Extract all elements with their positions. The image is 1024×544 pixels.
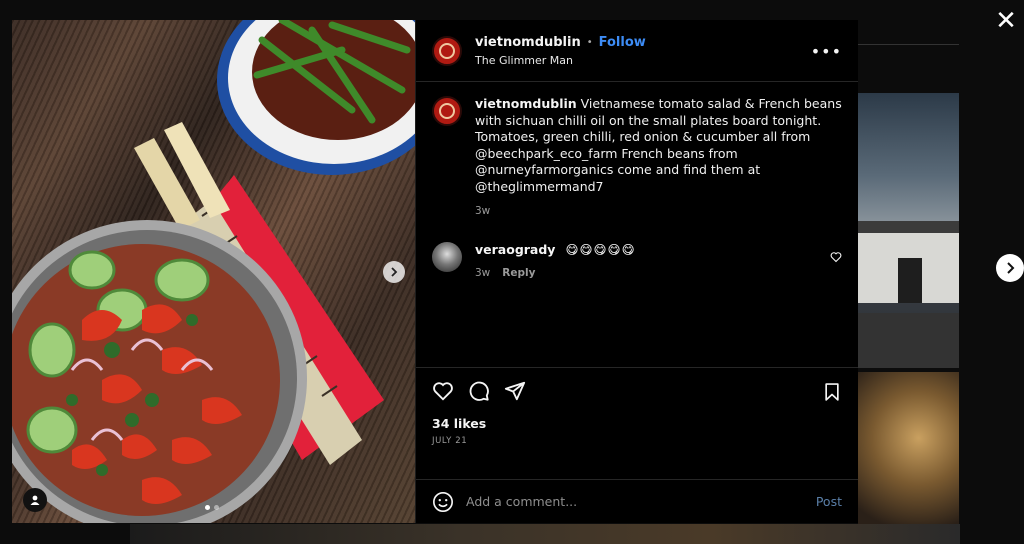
comment-avatar[interactable]: [432, 241, 462, 272]
emoji-button[interactable]: [432, 491, 454, 513]
like-button[interactable]: [432, 380, 454, 402]
feed-divider: [858, 44, 959, 45]
post-modal: vietnomdublin • Follow The Glimmer Man •…: [12, 20, 858, 523]
door-shape: [898, 258, 922, 303]
post-comment-button[interactable]: Post: [816, 494, 842, 509]
feed-thumbnail-building[interactable]: [858, 93, 959, 368]
comment-icon: [469, 381, 489, 401]
comment-body: veraogrady 😋😋😋😋😋 3w Reply: [475, 242, 636, 279]
caption-avatar[interactable]: [432, 96, 462, 126]
caption-body: vietnomdublin Vietnamese tomato salad & …: [475, 96, 842, 220]
share-icon: [504, 381, 526, 401]
action-icons: [432, 380, 842, 402]
more-options-button[interactable]: •••: [811, 42, 842, 61]
reply-button[interactable]: Reply: [502, 267, 535, 279]
feed-thumbnail-row[interactable]: [130, 524, 960, 544]
likes-count[interactable]: 34 likes: [432, 416, 842, 431]
save-button[interactable]: [822, 382, 842, 406]
smiley-icon: [433, 491, 453, 512]
post-sidebar: vietnomdublin • Follow The Glimmer Man •…: [415, 20, 858, 523]
chevron-right-icon: [1007, 262, 1015, 274]
comment-item: veraogrady 😋😋😋😋😋 3w Reply: [432, 241, 842, 279]
next-post-button[interactable]: [996, 254, 1024, 282]
location-link[interactable]: The Glimmer Man: [475, 54, 646, 67]
comment-username[interactable]: veraogrady: [475, 242, 555, 257]
profile-avatar[interactable]: [432, 35, 462, 66]
header-username[interactable]: vietnomdublin: [475, 35, 581, 50]
header-row: vietnomdublin • Follow: [475, 35, 646, 50]
post-actions: 34 likes JULY 21: [416, 367, 858, 479]
post-image[interactable]: [12, 20, 415, 523]
user-tag-icon: [30, 495, 40, 505]
chevron-right-icon: [391, 267, 398, 277]
carousel-dot-active: [205, 505, 210, 510]
post-header: vietnomdublin • Follow The Glimmer Man •…: [416, 20, 858, 82]
comment-input[interactable]: [466, 494, 816, 509]
add-comment-bar: Post: [416, 479, 858, 523]
heart-icon: [830, 251, 842, 262]
salad-illustration: [12, 20, 415, 523]
follow-button[interactable]: Follow: [599, 35, 646, 50]
comment-age: 3w: [475, 266, 491, 279]
comments-section: vietnomdublin Vietnamese tomato salad & …: [416, 82, 858, 367]
feed-thumbnail-food[interactable]: [858, 372, 959, 537]
carousel-indicator: [205, 505, 219, 510]
logo-mark: [439, 103, 455, 119]
logo-mark: [439, 42, 455, 59]
share-button[interactable]: [504, 380, 526, 402]
post-date: JULY 21: [432, 436, 468, 446]
carousel-dot: [214, 505, 219, 510]
separator-dot: •: [586, 36, 593, 48]
close-button[interactable]: ✕: [994, 8, 1018, 34]
caption: vietnomdublin Vietnamese tomato salad & …: [432, 96, 842, 220]
comment-button[interactable]: [468, 380, 490, 402]
heart-icon: [433, 382, 453, 401]
caption-username[interactable]: vietnomdublin: [475, 96, 577, 111]
caption-age: 3w: [475, 205, 491, 217]
user-tag-button[interactable]: [23, 488, 47, 512]
carousel-next-button[interactable]: [383, 261, 405, 283]
comment-text: 😋😋😋😋😋: [565, 241, 636, 257]
header-text: vietnomdublin • Follow The Glimmer Man: [475, 35, 646, 67]
comment-like-button[interactable]: [830, 248, 842, 267]
bookmark-icon: [825, 383, 839, 401]
comment-meta: 3w Reply: [475, 267, 636, 279]
road-shape: [858, 313, 959, 368]
